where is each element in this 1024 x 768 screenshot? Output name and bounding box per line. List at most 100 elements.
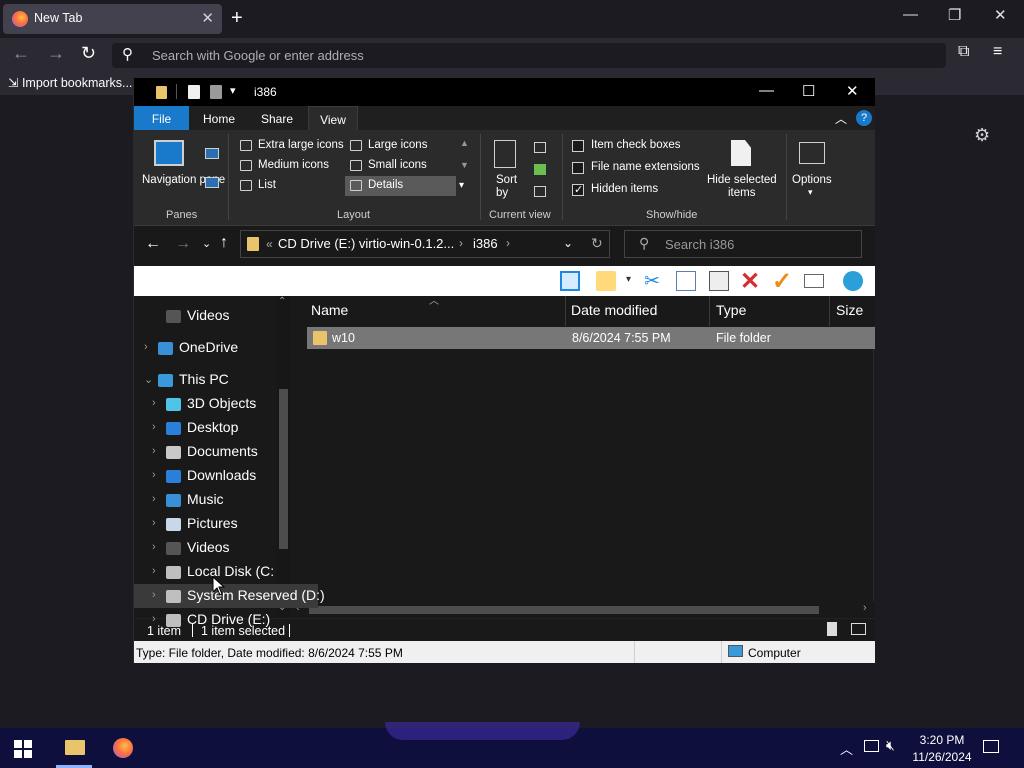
layout-scroll-down-icon[interactable]: ▼: [460, 160, 469, 170]
explorer-maximize-button[interactable]: ☐: [802, 82, 815, 100]
column-divider[interactable]: [709, 296, 710, 326]
settings-gear-icon[interactable]: ⚙: [974, 125, 990, 146]
paste-icon[interactable]: [709, 271, 729, 291]
new-tab-button[interactable]: +: [231, 7, 243, 30]
reload-icon[interactable]: ↻: [81, 43, 96, 64]
clock[interactable]: 3:20 PM 11/26/2024: [902, 733, 982, 764]
volume-muted-icon[interactable]: 🔇︎: [886, 737, 895, 754]
details-pane-icon[interactable]: [205, 177, 219, 188]
close-window-button[interactable]: ✕: [994, 6, 1007, 24]
h-scroll-thumb[interactable]: [309, 606, 819, 614]
expand-chevron-right-icon[interactable]: ›: [152, 469, 156, 481]
url-bar[interactable]: ⚲ Search with Google or enter address: [112, 43, 946, 68]
add-columns-icon[interactable]: [534, 164, 546, 175]
layout-medium-icons[interactable]: Medium icons: [258, 159, 329, 171]
layout-large-icons[interactable]: Large icons: [368, 139, 427, 151]
options-dropdown-icon[interactable]: ▾: [808, 187, 813, 198]
file-name-extensions-checkbox[interactable]: [572, 162, 584, 174]
expand-chevron-right-icon[interactable]: ›: [152, 565, 156, 577]
address-dropdown-icon[interactable]: ⌄: [563, 236, 573, 250]
expand-chevron-right-icon[interactable]: ›: [152, 421, 156, 433]
size-columns-icon[interactable]: [534, 186, 546, 197]
large-icons-view-icon[interactable]: [851, 623, 866, 635]
delete-icon[interactable]: ✕: [740, 267, 760, 296]
breadcrumb-separator-icon[interactable]: ›: [506, 236, 510, 250]
network-icon[interactable]: [864, 740, 879, 752]
explorer-minimize-button[interactable]: —: [759, 82, 774, 99]
cut-icon[interactable]: ✂: [644, 270, 660, 293]
column-name[interactable]: Name: [311, 302, 348, 318]
expand-chevron-right-icon[interactable]: ›: [152, 517, 156, 529]
properties-check-icon[interactable]: ✓: [772, 267, 792, 296]
forward-arrow-icon[interactable]: →: [175, 235, 191, 253]
breadcrumb-overflow[interactable]: «: [266, 237, 273, 251]
horizontal-scrollbar[interactable]: ‹ ›: [291, 601, 875, 618]
options-icon[interactable]: [799, 142, 825, 164]
restore-button[interactable]: ❐: [948, 6, 961, 24]
forward-arrow-icon[interactable]: →: [47, 43, 65, 64]
qat-dropdown-icon[interactable]: ▾: [230, 84, 236, 97]
collapse-ribbon-icon[interactable]: ︿: [835, 110, 847, 127]
column-divider[interactable]: [829, 296, 830, 326]
properties-icon[interactable]: [188, 85, 200, 99]
tab-home[interactable]: Home: [194, 106, 244, 130]
back-arrow-icon[interactable]: ←: [12, 43, 30, 64]
pane-toggle-icon[interactable]: [560, 271, 580, 291]
windows-start-icon[interactable]: [14, 740, 32, 758]
import-bookmarks-link[interactable]: ⇲ Import bookmarks...: [8, 75, 132, 90]
hidden-items-checkbox[interactable]: [572, 183, 584, 196]
item-check-boxes-checkbox[interactable]: [572, 140, 584, 152]
column-size[interactable]: Size: [836, 302, 863, 318]
breadcrumb-separator-icon[interactable]: ›: [459, 236, 463, 250]
navigation-pane-icon[interactable]: [154, 140, 184, 166]
tray-chevron-icon[interactable]: ︿: [840, 739, 853, 758]
search-box[interactable]: ⚲ Search i386: [624, 230, 862, 258]
expand-chevron-right-icon[interactable]: ›: [152, 493, 156, 505]
notifications-icon[interactable]: [983, 740, 999, 753]
column-divider[interactable]: [565, 296, 566, 326]
expand-chevron-down-icon[interactable]: ⌄: [144, 373, 153, 386]
scroll-up-icon[interactable]: ⌃: [278, 296, 286, 307]
sort-by-icon[interactable]: [494, 140, 516, 168]
refresh-icon[interactable]: ↻: [591, 235, 603, 252]
address-bar[interactable]: « CD Drive (E:) virtio-win-0.1.2... › i3…: [240, 230, 610, 258]
rename-icon[interactable]: [804, 274, 824, 288]
menu-icon[interactable]: ≡: [993, 43, 1002, 61]
expand-chevron-right-icon[interactable]: ›: [152, 589, 156, 601]
row-name[interactable]: w10: [332, 331, 355, 345]
new-folder-icon[interactable]: [210, 85, 222, 99]
breadcrumb-i386[interactable]: i386: [473, 236, 498, 251]
column-date-modified[interactable]: Date modified: [571, 302, 657, 318]
back-arrow-icon[interactable]: ←: [145, 235, 161, 253]
column-type[interactable]: Type: [716, 302, 746, 318]
expand-chevron-right-icon[interactable]: ›: [152, 613, 156, 625]
recent-locations-icon[interactable]: ⌄: [202, 237, 211, 250]
expand-chevron-right-icon[interactable]: ›: [152, 397, 156, 409]
extensions-icon[interactable]: ⧉: [958, 43, 969, 61]
expand-chevron-right-icon[interactable]: ›: [152, 445, 156, 457]
sort-label[interactable]: Sort: [496, 174, 517, 186]
scroll-right-icon[interactable]: ›: [863, 602, 867, 614]
nav-scroll-thumb[interactable]: [279, 389, 288, 549]
layout-extra-large-icons[interactable]: Extra large icons: [258, 139, 344, 151]
taskbar-firefox[interactable]: [100, 728, 144, 768]
details-view-icon[interactable]: [827, 622, 837, 636]
explorer-close-button[interactable]: ✕: [846, 82, 859, 100]
tab-file[interactable]: File: [134, 106, 189, 130]
close-tab-icon[interactable]: ✕: [201, 9, 214, 27]
new-dropdown-icon[interactable]: ▾: [626, 274, 631, 285]
hide-selected-items-icon[interactable]: [731, 140, 751, 166]
tab-share[interactable]: Share: [252, 106, 302, 130]
layout-scroll-up-icon[interactable]: ▲: [460, 138, 469, 148]
expand-chevron-right-icon[interactable]: ›: [144, 341, 148, 353]
expand-chevron-right-icon[interactable]: ›: [152, 541, 156, 553]
layout-small-icons[interactable]: Small icons: [368, 159, 427, 171]
minimize-button[interactable]: —: [903, 6, 918, 23]
sort-by-label[interactable]: by: [496, 187, 508, 199]
up-arrow-icon[interactable]: ↑: [220, 234, 228, 252]
taskbar-file-explorer[interactable]: [52, 728, 96, 768]
layout-details[interactable]: Details: [368, 179, 403, 191]
help-icon[interactable]: ?: [856, 110, 872, 126]
tab-view[interactable]: View: [308, 106, 358, 130]
preview-pane-icon[interactable]: [205, 148, 219, 159]
